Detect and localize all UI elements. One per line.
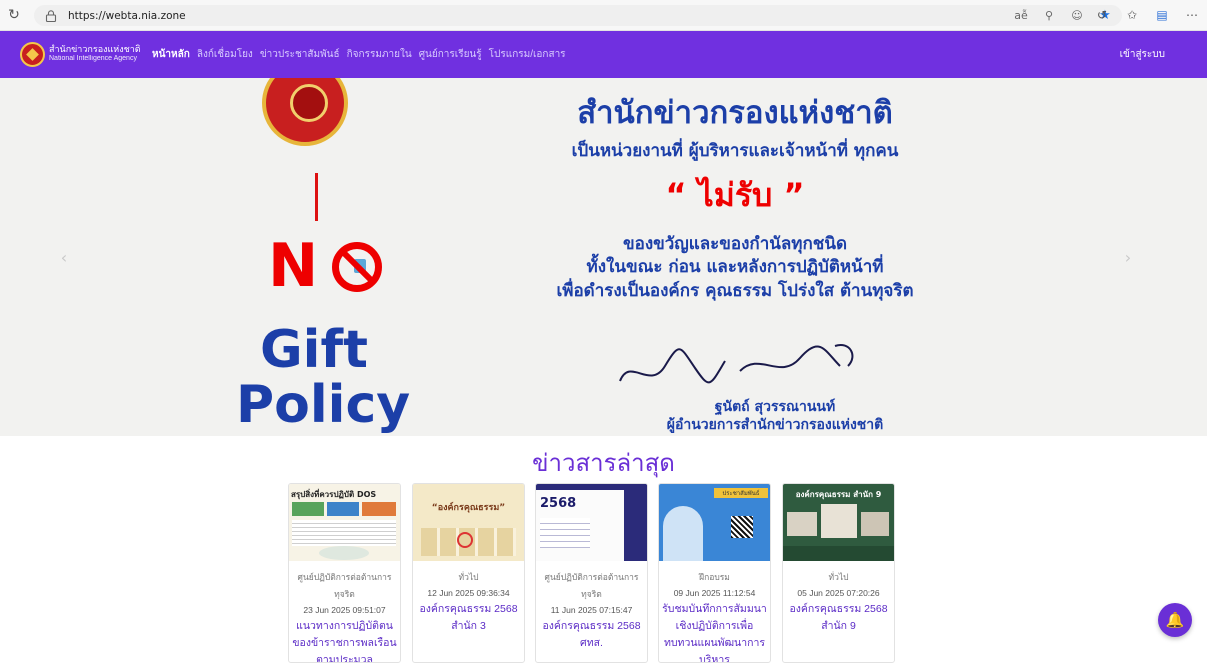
nav-links[interactable]: ลิงก์เชื่อมโยง	[197, 47, 253, 62]
gift-word: Gift	[260, 320, 368, 380]
news-card[interactable]: 2568 ศูนย์ปฏิบัติการต่อต้านการทุจริต 11 …	[535, 483, 648, 663]
hero-title: สำนักข่าวกรองแห่งชาติ	[577, 95, 893, 131]
nia-logo[interactable]	[20, 42, 45, 67]
collections-icon[interactable]: ▤	[1155, 7, 1169, 23]
hero-line-2: ทั้งในขณะ ก่อน และหลังการปฏิบัติหน้าที่	[586, 257, 884, 277]
agency-emblem	[262, 78, 348, 146]
signer-position: ผู้อำนวยการสำนักข่าวกรองแห่งชาติ	[666, 417, 884, 433]
news-thumbnail: ประชาสัมพันธ์	[659, 484, 770, 561]
director-signature	[619, 344, 854, 384]
brand[interactable]: สำนักข่าวกรองแห่งชาติ National Intellige…	[49, 44, 141, 63]
bell-icon: 🔔	[1165, 611, 1185, 629]
thumbnail-caption: สรุปสิ่งที่ควรปฏิบัติ DOS	[291, 490, 377, 499]
news-card[interactable]: “องค์กรคุณธรรม” ทั่วไป 12 Jun 2025 09:36…	[412, 483, 525, 663]
thumbnail-caption: “องค์กรคุณธรรม”	[431, 503, 506, 513]
news-category: ทั่วไป	[828, 572, 849, 582]
news-date: 09 Jun 2025 11:12:54	[673, 588, 756, 598]
zoom-icon[interactable]: ⚲	[1042, 8, 1056, 23]
news-date: 05 Jun 2025 07:20:26	[797, 588, 880, 598]
thumbnail-caption: 2568	[540, 496, 577, 511]
nav-learning-center[interactable]: ศูนย์การเรียนรู้	[419, 47, 482, 62]
hero-line-3: เพื่อดำรงเป็นองค์กร คุณธรรม โปร่งใส ต้าน…	[556, 281, 914, 301]
news-category: ทั่วไป	[458, 572, 479, 582]
news-date: 23 Jun 2025 09:51:07	[303, 605, 386, 615]
hero-quote: “ ไม่รับ ”	[665, 176, 805, 214]
login-link[interactable]: เข้าสู่ระบบ	[1120, 47, 1165, 62]
news-title[interactable]: แนวทางการปฏิบัติตนของข้าราชการพลเรือนตาม…	[292, 618, 397, 662]
nav-activities[interactable]: กิจกรรมภายใน	[347, 47, 412, 62]
carousel-next-icon[interactable]: ›	[1120, 248, 1136, 268]
nav-home[interactable]: หน้าหลัก	[152, 47, 190, 62]
browser-toolbar: ↻ https://webta.nia.zone aễ ⚲ ☺ ★ ↺ ✩ ▤ …	[0, 0, 1207, 31]
no-gift-policy-graphic: N Gift Policy	[236, 78, 410, 436]
news-date: 11 Jun 2025 07:15:47	[550, 605, 633, 615]
news-title[interactable]: องค์กรคุณธรรม 2568 สำนัก 3	[416, 601, 521, 635]
news-category: ฝึกอบรม	[699, 572, 730, 582]
news-card[interactable]: องค์กรคุณธรรม สำนัก 9 ทั่วไป 05 Jun 2025…	[782, 483, 895, 663]
news-card[interactable]: สรุปสิ่งที่ควรปฏิบัติ DOS ศูนย์ปฏิบัติกา…	[288, 483, 401, 663]
thumbnail-caption: องค์กรคุณธรรม สำนัก 9	[795, 490, 882, 499]
news-thumbnail: สรุปสิ่งที่ควรปฏิบัติ DOS	[289, 484, 400, 561]
hero-carousel: N Gift Policy สำนักข่าวกรองแห่งชาติ เป็น…	[0, 78, 1207, 436]
nav-news[interactable]: ข่าวประชาสัมพันธ์	[260, 47, 340, 62]
red-divider	[315, 173, 318, 221]
read-aloud-icon[interactable]: aễ	[1014, 8, 1028, 23]
no-gift-icon	[332, 242, 382, 292]
news-heading: ข่าวสารล่าสุด	[532, 450, 675, 477]
news-thumbnail: 2568	[536, 484, 647, 561]
news-title[interactable]: รับชมบันทึกการสัมมนาเชิงปฏิบัติการเพื่อท…	[662, 601, 767, 662]
address-bar[interactable]: https://webta.nia.zone aễ ⚲ ☺ ★	[34, 5, 1122, 26]
nav-programs[interactable]: โปรแกรม/เอกสาร	[489, 47, 566, 62]
brand-thai: สำนักข่าวกรองแห่งชาติ	[49, 44, 141, 54]
news-thumbnail: “องค์กรคุณธรรม”	[413, 484, 524, 561]
news-date: 12 Jun 2025 09:36:34	[427, 588, 510, 598]
notification-bell-button[interactable]: 🔔	[1158, 603, 1192, 637]
main-menu: หน้าหลัก ลิงก์เชื่อมโยง ข่าวประชาสัมพันธ…	[152, 47, 566, 62]
reload-icon[interactable]: ↻	[6, 7, 22, 23]
more-menu-icon[interactable]: ⋯	[1185, 7, 1199, 23]
lock-icon	[44, 9, 58, 23]
refresh-page-icon[interactable]: ↺	[1095, 7, 1109, 23]
thumbnail-caption: ประชาสัมพันธ์	[714, 488, 768, 498]
news-thumbnail: องค์กรคุณธรรม สำนัก 9	[783, 484, 894, 561]
news-title[interactable]: องค์กรคุณธรรม 2568 ศทส.	[539, 618, 644, 652]
no-letter: N	[268, 231, 318, 301]
news-card[interactable]: ประชาสัมพันธ์ ฝึกอบรม 09 Jun 2025 11:12:…	[658, 483, 771, 663]
policy-word: Policy	[236, 375, 411, 435]
hero-message: สำนักข่าวกรองแห่งชาติ เป็นหน่วยงานที่ ผู…	[500, 78, 970, 436]
favorites-icon[interactable]: ✩	[1125, 7, 1139, 23]
carousel-prev-icon[interactable]: ‹	[56, 248, 72, 268]
hero-subtitle: เป็นหน่วยงานที่ ผู้บริหารและเจ้าหน้าที่ …	[571, 141, 899, 161]
news-category: ศูนย์ปฏิบัติการต่อต้านการทุจริต	[297, 572, 392, 599]
news-category: ศูนย์ปฏิบัติการต่อต้านการทุจริต	[544, 572, 639, 599]
brand-english: National Intelligence Agency	[49, 55, 137, 62]
url-text: https://webta.nia.zone	[68, 9, 186, 22]
site-navbar: สำนักข่าวกรองแห่งชาติ National Intellige…	[0, 31, 1207, 78]
smiley-icon[interactable]: ☺	[1070, 8, 1084, 23]
news-title[interactable]: องค์กรคุณธรรม 2568 สำนัก 9	[786, 601, 891, 635]
